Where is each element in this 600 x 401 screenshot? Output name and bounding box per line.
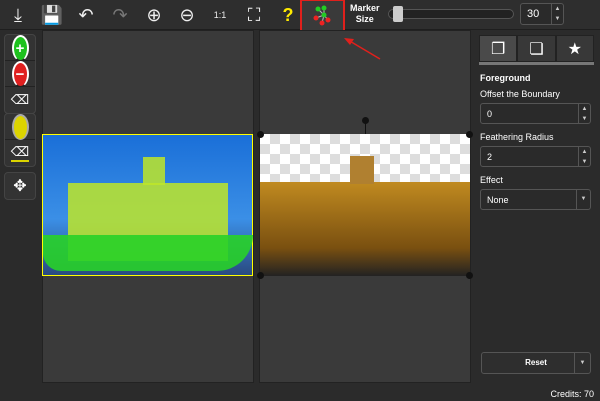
effect-select[interactable]: None ▼ xyxy=(480,189,591,210)
chevron-down-icon[interactable]: ▼ xyxy=(576,190,590,209)
star-icon: ★ xyxy=(567,40,582,58)
panel-tabs: ❐ ❏ ★ xyxy=(479,35,594,65)
pointer-arrow xyxy=(344,38,381,60)
plus-icon: + xyxy=(11,34,29,61)
result-image xyxy=(260,134,470,276)
green-foreground-stroke xyxy=(43,235,253,271)
marker-size-spinner[interactable]: ▲ ▼ xyxy=(551,4,563,24)
resize-handle[interactable] xyxy=(466,131,473,138)
feather-spinner[interactable]: ▲ ▼ xyxy=(578,147,590,166)
rotate-handle[interactable] xyxy=(362,117,369,124)
move-tools: ✥ xyxy=(4,172,36,200)
resize-handle[interactable] xyxy=(257,272,264,279)
toolbar: ⤓ 💾 ↶ ↷ ⊕ ⊖ 1:1 ⛶ ? Marker Size 30 ▲ ▼ xyxy=(0,0,600,37)
marker-size-value: 30 xyxy=(527,8,540,20)
effect-value: None xyxy=(487,195,509,205)
hair-tools: ⌫ xyxy=(4,113,36,167)
add-foreground-button[interactable]: + xyxy=(5,34,35,61)
eraser-yellow-icon: ⌫ xyxy=(10,144,30,162)
section-title: Foreground xyxy=(480,73,531,83)
reset-label: Reset xyxy=(525,358,547,367)
eraser-icon: ⌫ xyxy=(10,92,30,107)
reset-button[interactable]: Reset ▼ xyxy=(481,352,591,374)
help-icon[interactable]: ? xyxy=(276,3,300,27)
save-icon[interactable]: 💾 xyxy=(40,3,64,27)
slider-knob[interactable] xyxy=(393,6,403,22)
zoom-out-icon[interactable]: ⊖ xyxy=(175,3,199,27)
auto-segment-button[interactable] xyxy=(310,3,334,27)
quadriga-overlay xyxy=(143,157,165,185)
network-icon xyxy=(313,5,331,26)
resize-handle[interactable] xyxy=(466,272,473,279)
reset-dropdown[interactable]: ▼ xyxy=(574,353,590,373)
settings-panel: ❐ ❏ ★ Foreground Offset the Boundary 0 ▲ ▼… xyxy=(473,30,600,401)
copy-filled-icon: ❐ xyxy=(490,40,506,58)
tab-effects[interactable]: ★ xyxy=(555,35,594,62)
hair-eraser-button[interactable]: ⌫ xyxy=(5,140,35,166)
copy-outline-icon: ❏ xyxy=(529,40,544,58)
offset-input[interactable]: 0 ▲ ▼ xyxy=(480,103,591,124)
quadriga-cutout xyxy=(350,156,374,184)
tab-background[interactable]: ❏ xyxy=(517,35,556,62)
marker-tools: + − ⌫ xyxy=(4,34,36,114)
resize-handle[interactable] xyxy=(257,131,264,138)
tab-foreground[interactable]: ❐ xyxy=(479,35,518,62)
marker-size-input[interactable]: 30 ▲ ▼ xyxy=(520,3,564,25)
undo-icon[interactable]: ↶ xyxy=(74,3,98,27)
hair-marker-button[interactable] xyxy=(5,113,35,140)
gate-cutout xyxy=(260,182,470,276)
zoom-fit-icon[interactable]: ⛶ xyxy=(242,3,266,27)
credits: Credits: 70 xyxy=(550,389,594,399)
feather-input[interactable]: 2 ▲ ▼ xyxy=(480,146,591,167)
marker-size-slider[interactable] xyxy=(388,6,514,22)
remove-background-button[interactable]: − xyxy=(5,60,35,87)
marker-size-label: Marker Size xyxy=(350,3,380,24)
move-icon: ✥ xyxy=(13,178,27,195)
zoom-actual-icon[interactable]: 1:1 xyxy=(208,3,232,27)
effect-label: Effect xyxy=(480,175,503,185)
yellow-circle-icon xyxy=(11,113,29,140)
move-button[interactable]: ✥ xyxy=(5,173,35,199)
zoom-in-icon[interactable]: ⊕ xyxy=(142,3,166,27)
offset-spinner[interactable]: ▲ ▼ xyxy=(578,104,590,123)
eraser-button[interactable]: ⌫ xyxy=(5,87,35,113)
feather-value: 2 xyxy=(487,152,493,162)
minus-icon: − xyxy=(11,60,29,87)
feather-label: Feathering Radius xyxy=(480,132,554,142)
offset-label: Offset the Boundary xyxy=(480,89,560,99)
redo-icon[interactable]: ↷ xyxy=(108,3,132,27)
open-file-icon[interactable]: ⤓ xyxy=(6,3,30,27)
offset-value: 0 xyxy=(487,109,493,119)
source-image xyxy=(42,134,253,276)
